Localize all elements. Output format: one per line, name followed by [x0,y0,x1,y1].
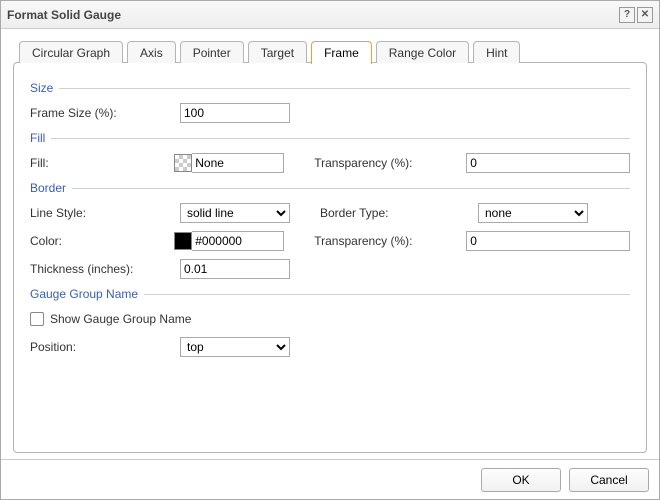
border-transparency-input[interactable] [466,231,630,251]
thickness-input[interactable] [180,259,290,279]
format-solid-gauge-dialog: Format Solid Gauge ? ✕ Circular Graph Ax… [0,0,660,500]
border-color-picker[interactable] [174,231,284,251]
border-color-label: Color: [30,234,174,248]
fill-label: Fill: [30,156,174,170]
help-icon: ? [624,10,630,20]
cancel-button[interactable]: Cancel [569,468,649,492]
group-fill-header: Fill [30,131,630,145]
tab-pointer[interactable]: Pointer [180,41,244,63]
group-size-header: Size [30,81,630,95]
fill-swatch-icon [174,154,192,172]
tab-frame[interactable]: Frame [311,41,372,64]
show-gauge-group-checkbox[interactable] [30,312,44,326]
tab-hint[interactable]: Hint [473,41,520,63]
ok-button[interactable]: OK [481,468,561,492]
tabstrip: Circular Graph Axis Pointer Target Frame… [19,39,647,63]
show-gauge-group-checkbox-row[interactable]: Show Gauge Group Name [30,312,191,326]
dialog-title: Format Solid Gauge [7,8,617,22]
position-select[interactable]: top [180,337,290,357]
frame-size-input[interactable] [180,103,290,123]
close-icon: ✕ [641,10,649,20]
tab-panel-frame: Size Frame Size (%): Fill Fill: Transpar… [13,62,647,453]
tab-range-color[interactable]: Range Color [376,41,469,63]
border-type-select[interactable]: none [478,203,588,223]
group-fill-title: Fill [30,131,45,145]
border-transparency-label: Transparency (%): [314,234,466,248]
border-color-input[interactable] [192,231,284,251]
tab-circular-graph[interactable]: Circular Graph [19,41,123,63]
group-gauge-header: Gauge Group Name [30,287,630,301]
tab-target[interactable]: Target [248,41,307,63]
fill-transparency-label: Transparency (%): [314,156,466,170]
color-swatch-icon [174,232,192,250]
fill-picker[interactable] [174,153,284,173]
group-size-title: Size [30,81,53,95]
dialog-footer: OK Cancel [1,459,659,499]
titlebar: Format Solid Gauge ? ✕ [1,1,659,29]
line-style-label: Line Style: [30,206,180,220]
thickness-label: Thickness (inches): [30,262,180,276]
position-label: Position: [30,340,180,354]
group-border-header: Border [30,181,630,195]
fill-transparency-input[interactable] [466,153,630,173]
show-gauge-group-label: Show Gauge Group Name [50,312,191,326]
frame-size-label: Frame Size (%): [30,106,180,120]
group-border-title: Border [30,181,66,195]
border-type-label: Border Type: [320,206,478,220]
close-button[interactable]: ✕ [637,7,653,23]
group-gauge-title: Gauge Group Name [30,287,138,301]
fill-value-input[interactable] [192,153,284,173]
help-button[interactable]: ? [619,7,635,23]
tab-axis[interactable]: Axis [127,41,176,63]
line-style-select[interactable]: solid line [180,203,290,223]
dialog-body: Circular Graph Axis Pointer Target Frame… [1,29,659,459]
